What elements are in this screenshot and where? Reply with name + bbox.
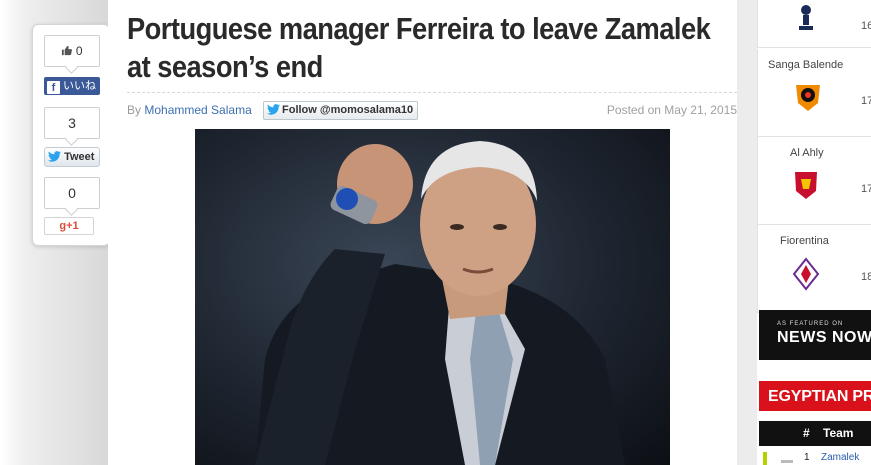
fiorentina-crest-icon (792, 257, 820, 296)
thumbs-up-icon (61, 37, 73, 67)
fixture-time: 17 (861, 183, 871, 195)
author-link[interactable]: Mohammed Salama (144, 103, 251, 117)
table-row: 1 Zamalek (759, 449, 871, 465)
title-divider (127, 92, 737, 93)
row-team-link[interactable]: Zamalek (821, 452, 859, 463)
manager-photo-illustration (255, 141, 625, 465)
position-marker (763, 452, 767, 465)
fixture-team-name: Fiorentina (780, 235, 829, 247)
league-table-header: # Team (759, 421, 871, 446)
article-photo (195, 129, 670, 465)
facebook-like-label: いいね (63, 80, 96, 92)
facebook-like-button[interactable]: f いいね (44, 77, 100, 95)
column-header-number: # (803, 426, 810, 440)
fixture-card[interactable]: Sanga Balende 17 (757, 49, 871, 137)
tweet-button[interactable]: Tweet (44, 147, 100, 167)
byline: By Mohammed Salama (127, 103, 252, 117)
twitter-bird-icon (267, 104, 280, 121)
news-banner-caption: AS FEATURED ON (777, 321, 844, 327)
fixture-team-name: Sanga Balende (768, 59, 844, 71)
page-gutter (737, 0, 757, 465)
gplus-label: +1 (66, 220, 79, 232)
like-count: 0 (75, 44, 83, 58)
gplus-count-box: 0 (44, 177, 100, 209)
fixture-time: 16 (861, 20, 871, 32)
by-label: By (127, 103, 142, 117)
fixture-time: 17 (861, 95, 871, 107)
follow-label: Follow @momosalama10 (282, 104, 414, 116)
fixture-time: 18 (861, 271, 871, 283)
posted-date: Posted on May 21, 2015 (606, 103, 737, 117)
tweet-label: Tweet (64, 151, 95, 163)
social-share-box: 0 f いいね 3 Tweet 0 g+1 (32, 24, 110, 246)
twitter-follow-button[interactable]: Follow @momosalama10 (263, 101, 419, 121)
column-header-team: Team (823, 426, 854, 440)
sidebar: 16 Sanga Balende 17 Al Ahly 17 Fiorentin… (757, 0, 871, 465)
league-table-title: EGYPTIAN PREMIER (759, 381, 871, 411)
news-now-banner[interactable]: AS FEATURED ON NEWS NOW (759, 310, 871, 360)
sanga-balende-crest-icon (792, 81, 824, 118)
tweet-count-box: 3 (44, 107, 100, 139)
news-banner-title: NEWS NOW (777, 329, 871, 346)
facebook-icon: f (47, 81, 60, 94)
gplus-button[interactable]: g+1 (44, 217, 94, 235)
fixture-team-name: Al Ahly (790, 147, 824, 159)
row-position: 1 (804, 452, 810, 463)
fixture-card[interactable]: Al Ahly 17 (757, 137, 871, 225)
like-count-box: 0 (44, 35, 100, 67)
fixture-card[interactable]: 16 (757, 0, 871, 48)
al-ahly-crest-icon (792, 169, 820, 206)
twitter-bird-icon (48, 150, 61, 168)
position-change-icon (781, 460, 793, 463)
tottenham-crest-icon (796, 2, 816, 39)
fixture-card[interactable]: Fiorentina 18 (757, 225, 871, 313)
article-title: Portuguese manager Ferreira to leave Zam… (127, 11, 711, 84)
article: Portuguese manager Ferreira to leave Zam… (108, 0, 737, 465)
